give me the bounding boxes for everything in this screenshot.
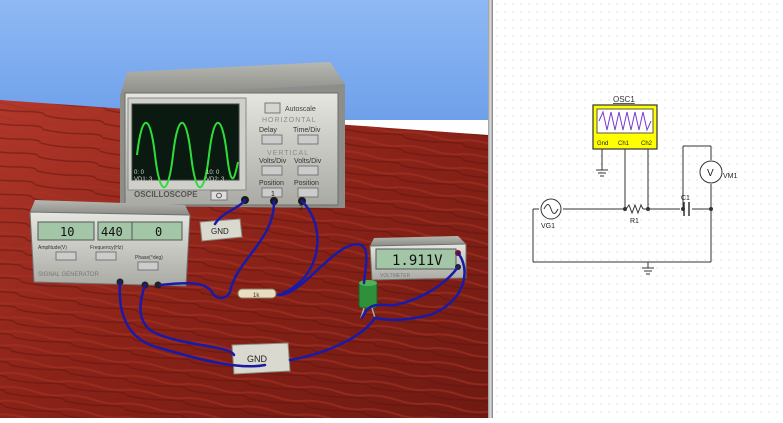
volts-div-1-stepper[interactable] [261,165,283,176]
amplitude-stepper[interactable] [55,251,77,261]
gnd-top-label: GND [211,227,229,236]
gnd-pad-top[interactable]: GND [199,218,243,242]
amplitude-value: 10 [60,225,74,239]
capacitor-c1[interactable]: C1 [681,195,690,216]
voltmeter-reading: 1.911V [392,253,443,269]
delay-label: Delay [259,127,277,134]
position-2-label: Position [294,180,319,187]
resistor-label: 1k [253,293,260,299]
osc-pin-gnd: Gnd [597,141,608,147]
phase-stepper[interactable] [137,261,159,271]
r1-label: R1 [630,218,639,225]
resistor-r1[interactable]: R1 [625,203,644,225]
osc-pin-ch2: Ch2 [641,141,653,147]
lab-scene: 0: 0 VD1: 3 10: 0 VD2: 3 OSCILLOSCOPE Au… [0,0,488,418]
vm-symbol: V [707,168,714,179]
frequency-label: Frequency(Hz) [90,245,123,251]
ch2-label: 2 [299,205,303,212]
resistor-1k[interactable]: 1k [237,288,277,299]
frequency-value: 440 [101,225,123,239]
oscilloscope[interactable]: 0: 0 VD1: 3 10: 0 VD2: 3 OSCILLOSCOPE Au… [120,62,345,212]
amplitude-label: Amplitude(V) [38,245,67,251]
horizontal-heading: HORIZONTAL [262,117,317,124]
scope-readout-right-1: 10: 0 [206,170,220,176]
c1-label: C1 [681,195,690,202]
schematic-view[interactable]: OSC1 Gnd Ch1 Ch2 VG1 R1 C1 V VM1 [493,0,783,418]
voltmeter-vm1[interactable]: V VM1 [699,160,738,184]
scope-readout-right-2: VD2: 3 [206,177,225,183]
vertical-heading: VERTICAL [267,150,309,157]
schematic-canvas: OSC1 Gnd Ch1 Ch2 VG1 R1 C1 V VM1 [532,95,738,275]
voltage-source-vg1[interactable]: VG1 [540,198,562,230]
ground-icon [596,169,608,177]
gnd-bottom-label: GND [247,354,268,364]
scope-screen [131,103,240,181]
autoscale-label: Autoscale [285,106,316,113]
virtual-lab-3d-view[interactable]: 0: 0 VD1: 3 10: 0 VD2: 3 OSCILLOSCOPE Au… [0,0,488,418]
autoscale-button[interactable] [264,102,281,114]
gnd-pad-bottom[interactable]: GND [231,342,291,375]
ground-icon [642,262,654,275]
scope-readout-left-1: 0: 0 [134,170,145,176]
delay-stepper[interactable] [261,134,283,145]
position-1-label: Position [259,180,284,187]
volts-div-1-label: Volts/Div [259,158,287,165]
vm1-label: VM1 [723,173,738,180]
phase-label: Phase(°deg) [135,255,163,261]
ch1-label: 1 [271,191,275,198]
scope-readout-left-2: VD1: 3 [134,177,153,183]
vg1-label: VG1 [541,223,555,230]
time-div-stepper[interactable] [297,134,319,145]
osc-label: OSC1 [613,95,635,104]
frequency-stepper[interactable] [95,251,117,261]
scope-brand: OSCILLOSCOPE [134,190,198,199]
position-2-stepper[interactable] [297,187,319,198]
schematic-oscilloscope[interactable]: OSC1 Gnd Ch1 Ch2 [592,95,658,150]
voltmeter-brand: VOLTMETER [380,273,411,279]
signal-generator[interactable]: 10 440 0 Amplitude(V) Frequency(Hz) Phas… [29,200,191,289]
signal-generator-brand: SIGNAL GENERATOR [38,272,100,278]
time-div-label: Time/Div [293,127,321,134]
osc-pin-ch1: Ch1 [618,141,630,147]
scope-power-button[interactable] [210,190,228,201]
volts-div-2-stepper[interactable] [297,165,319,176]
volts-div-2-label: Volts/Div [294,158,322,165]
phase-value: 0 [155,225,162,239]
